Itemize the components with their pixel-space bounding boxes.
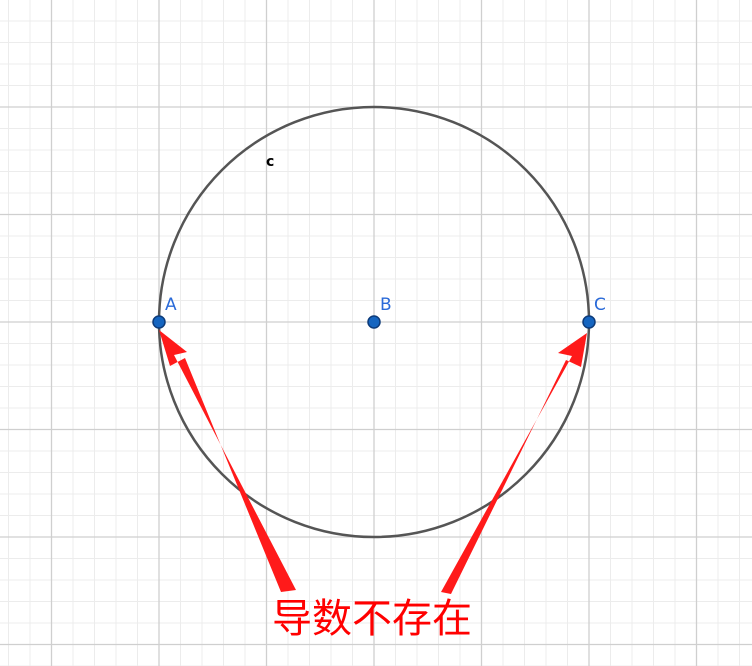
point-b[interactable] bbox=[367, 315, 381, 329]
grid-minor-lines bbox=[0, 0, 752, 666]
geometry-canvas[interactable]: c A B C 导数不存在 bbox=[0, 0, 752, 666]
arrow-to-c bbox=[441, 333, 587, 594]
annotation-derivative-not-exist: 导数不存在 bbox=[272, 596, 472, 642]
point-a-label: A bbox=[165, 295, 177, 315]
arrow-to-a bbox=[159, 330, 296, 592]
point-c-label: C bbox=[594, 295, 606, 315]
grid-major-lines bbox=[0, 0, 752, 666]
point-a[interactable] bbox=[152, 315, 166, 329]
circle-c-label: c bbox=[266, 154, 274, 170]
graph-svg[interactable]: c A B C 导数不存在 bbox=[0, 0, 752, 666]
point-b-label: B bbox=[380, 295, 392, 315]
point-c[interactable] bbox=[582, 315, 596, 329]
